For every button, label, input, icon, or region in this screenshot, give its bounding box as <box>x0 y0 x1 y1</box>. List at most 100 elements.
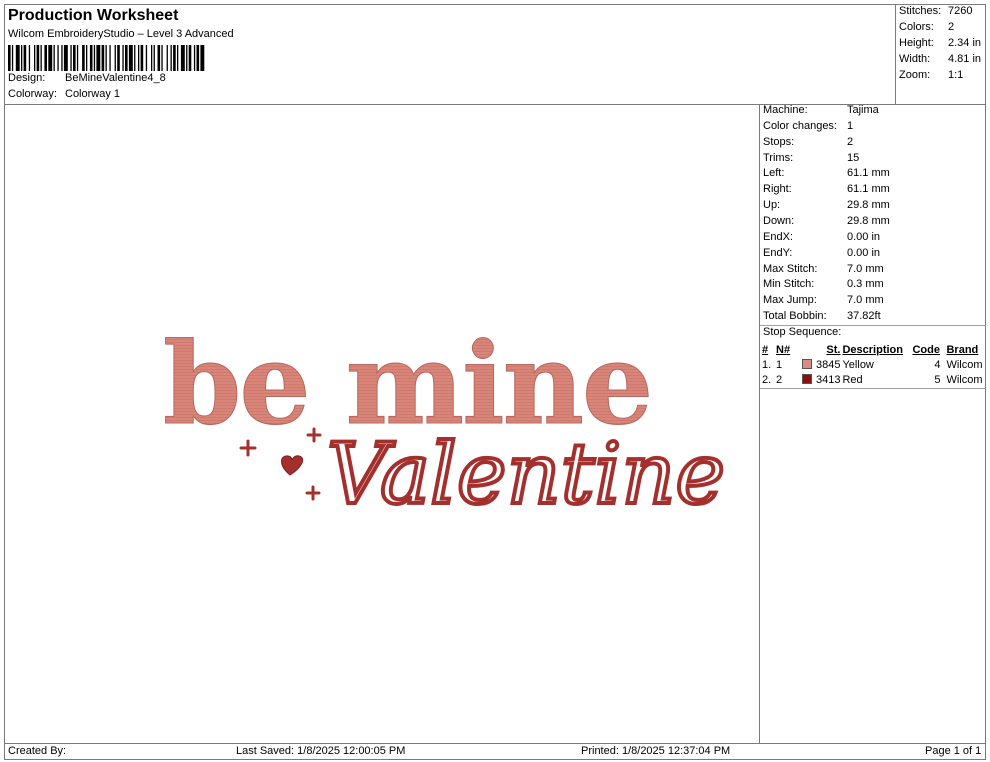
stat-row: Down: 29.8 mm <box>763 215 890 227</box>
stop-sequence-header: # N# St. Description Code Brand <box>762 342 986 357</box>
zoom-value: 1:1 <box>948 69 964 81</box>
stat-label: Machine: <box>763 104 808 116</box>
row-needle: 1 <box>776 358 783 371</box>
stat-value: 1 <box>847 119 854 132</box>
row-code: 5 <box>934 373 941 386</box>
stop-sequence-table: # N# St. Description Code Brand 1. 1 3845 Y… <box>762 342 986 387</box>
stat-label: EndY: <box>763 246 793 259</box>
stat-value: 0.3 mm <box>847 278 884 291</box>
row-index: 1. <box>762 358 772 371</box>
zoom-row: Zoom: 1:1 <box>899 69 963 81</box>
colorway-value: Colorway 1 <box>65 88 121 100</box>
row-code: 4 <box>934 358 941 371</box>
col-brand: Brand <box>946 343 979 356</box>
design-label: Design: <box>8 72 46 84</box>
col-description: Description <box>842 343 903 356</box>
stat-label: Color changes: <box>763 119 837 132</box>
stat-label: Up: <box>763 199 781 212</box>
stop-sequence-row: 1. 1 3845 Yellow 4 Wilcom <box>762 357 986 372</box>
row-needle: 2 <box>776 373 783 386</box>
height-row: Height: 2.34 in <box>899 37 981 49</box>
stitch-count: 3413 <box>816 373 841 386</box>
stat-row: Trims: 15 <box>763 152 859 164</box>
software-name: Wilcom EmbroideryStudio – Level 3 Advanc… <box>8 28 234 40</box>
heart-icon <box>281 455 304 476</box>
width-value: 4.81 in <box>948 53 982 65</box>
stat-row: Total Bobbin: 37.82ft <box>763 310 881 322</box>
stat-value: 0.00 in <box>847 230 881 243</box>
page-number: Page 1 of 1 <box>925 745 982 757</box>
design-value: BeMineValentine4_8 <box>65 72 166 84</box>
stat-value: 61.1 mm <box>847 167 890 180</box>
stat-label: Down: <box>763 214 795 227</box>
stat-label: Right: <box>763 183 792 196</box>
colorway-row: Colorway: Colorway 1 <box>8 88 120 100</box>
col-stitches: St. <box>826 343 841 356</box>
col-needle: N# <box>776 343 791 356</box>
col-code: Code <box>912 343 940 356</box>
stat-value: 7.0 mm <box>847 294 884 307</box>
stat-row: Stops: 2 <box>763 136 853 148</box>
width-label: Width: <box>899 53 931 65</box>
color-swatch <box>802 358 812 369</box>
stitches-label: Stitches: <box>899 5 942 17</box>
summary-box: Stitches: 7260 Colors: 2 Height: 2.34 in Wi… <box>895 4 986 104</box>
stitches-row: Stitches: 7260 <box>899 5 972 17</box>
stat-label: Max Jump: <box>763 294 817 307</box>
worksheet-header: Production Worksheet Wilcom EmbroiderySt… <box>4 4 896 104</box>
stat-label: EndX: <box>763 230 793 243</box>
last-saved: Last Saved: 1/8/2025 12:00:05 PM <box>236 745 406 757</box>
color-swatch <box>802 373 812 384</box>
stat-label: Max Stitch: <box>763 262 818 275</box>
panel-divider <box>759 104 760 744</box>
stat-value: Tajima <box>847 104 879 116</box>
stat-row: Min Stitch: 0.3 mm <box>763 278 884 290</box>
colors-value: 2 <box>948 21 955 33</box>
design-preview: be mine Valentine <box>5 105 759 743</box>
stat-row: Max Stitch: 7.0 mm <box>763 263 884 275</box>
colorway-label: Colorway: <box>8 88 57 100</box>
row-description: Yellow <box>842 358 874 371</box>
row-description: Red <box>842 373 863 386</box>
colors-label: Colors: <box>899 21 934 33</box>
valentine-text: Valentine <box>327 425 725 523</box>
stat-value: 61.1 mm <box>847 183 890 196</box>
height-value: 2.34 in <box>948 37 982 49</box>
stat-label: Total Bobbin: <box>763 310 827 323</box>
row-stitches: 3845 <box>802 357 842 372</box>
stat-row: Right: 61.1 mm <box>763 183 890 195</box>
sequence-divider <box>760 388 986 389</box>
page-title: Production Worksheet <box>8 7 179 24</box>
row-brand: Wilcom <box>946 358 983 371</box>
stitches-value: 7260 <box>948 5 973 17</box>
stat-label: Left: <box>763 167 785 180</box>
stop-sequence-row: 2. 2 3413 Red 5 Wilcom <box>762 372 986 387</box>
created-by: Created By: <box>8 745 67 757</box>
barcode-image <box>8 45 205 71</box>
row-stitches: 3413 <box>802 372 842 387</box>
stitch-count: 3845 <box>816 358 841 371</box>
stat-value: 7.0 mm <box>847 262 884 275</box>
stat-row: Max Jump: 7.0 mm <box>763 294 884 306</box>
embroidery-artwork: be mine Valentine <box>163 319 728 526</box>
stat-value: 29.8 mm <box>847 214 890 227</box>
stat-value: 0.00 in <box>847 246 881 259</box>
stat-row: Up: 29.8 mm <box>763 199 890 211</box>
stop-sequence-label: Stop Sequence: <box>763 326 842 338</box>
col-index: # <box>762 343 769 356</box>
stat-label: Min Stitch: <box>763 278 815 291</box>
row-brand: Wilcom <box>946 373 983 386</box>
height-label: Height: <box>899 37 934 49</box>
stat-row: Machine: Tajima <box>763 104 879 116</box>
colors-row: Colors: 2 <box>899 21 954 33</box>
footer-divider <box>4 743 986 744</box>
width-row: Width: 4.81 in <box>899 53 981 65</box>
stat-value: 37.82ft <box>847 310 881 323</box>
row-index: 2. <box>762 373 772 386</box>
stat-row: Color changes: 1 <box>763 120 853 132</box>
zoom-label: Zoom: <box>899 69 931 81</box>
stat-row: EndY: 0.00 in <box>763 247 880 259</box>
stat-value: 15 <box>847 151 860 164</box>
printed-date: Printed: 1/8/2025 12:37:04 PM <box>581 745 731 757</box>
stat-row: Left: 61.1 mm <box>763 167 890 179</box>
